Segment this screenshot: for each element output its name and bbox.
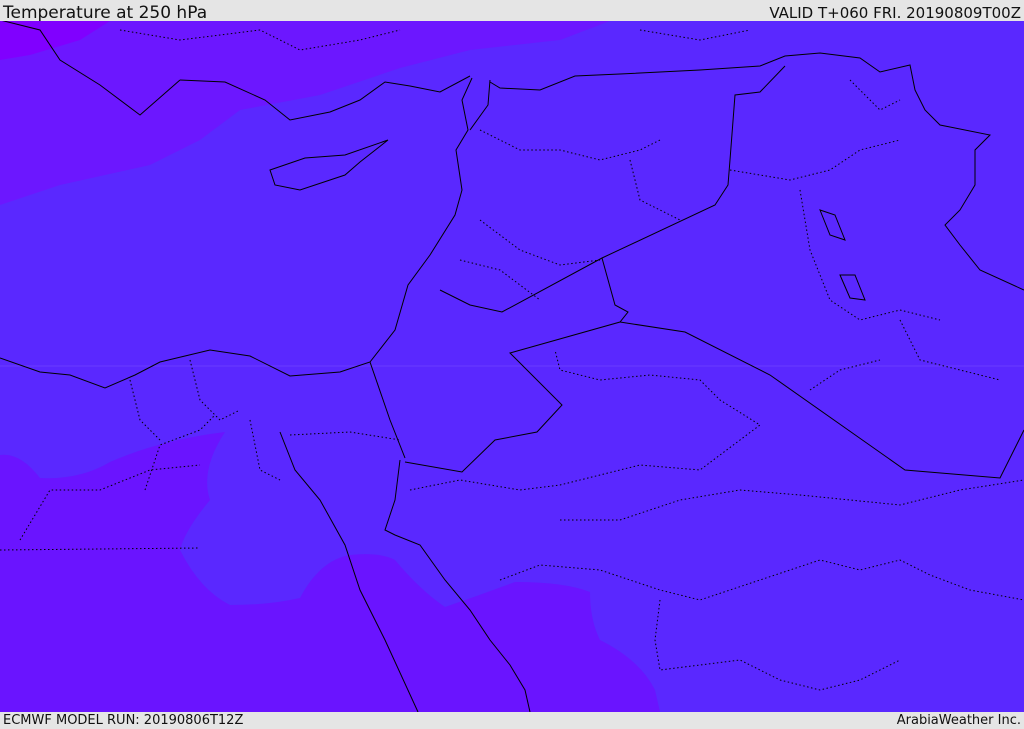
model-run: ECMWF MODEL RUN: 20190806T12Z	[3, 713, 244, 728]
map-title: Temperature at 250 hPa	[3, 3, 208, 23]
temperature-map[interactable]	[0, 21, 1024, 712]
valid-time: VALID T+060 FRI. 20190809T00Z	[769, 4, 1021, 22]
footer-bar: ECMWF MODEL RUN: 20190806T12Z ArabiaWeat…	[0, 712, 1024, 729]
header-bar: Temperature at 250 hPa VALID T+060 FRI. …	[0, 0, 1024, 23]
brand-credit: ArabiaWeather Inc.	[896, 713, 1021, 728]
